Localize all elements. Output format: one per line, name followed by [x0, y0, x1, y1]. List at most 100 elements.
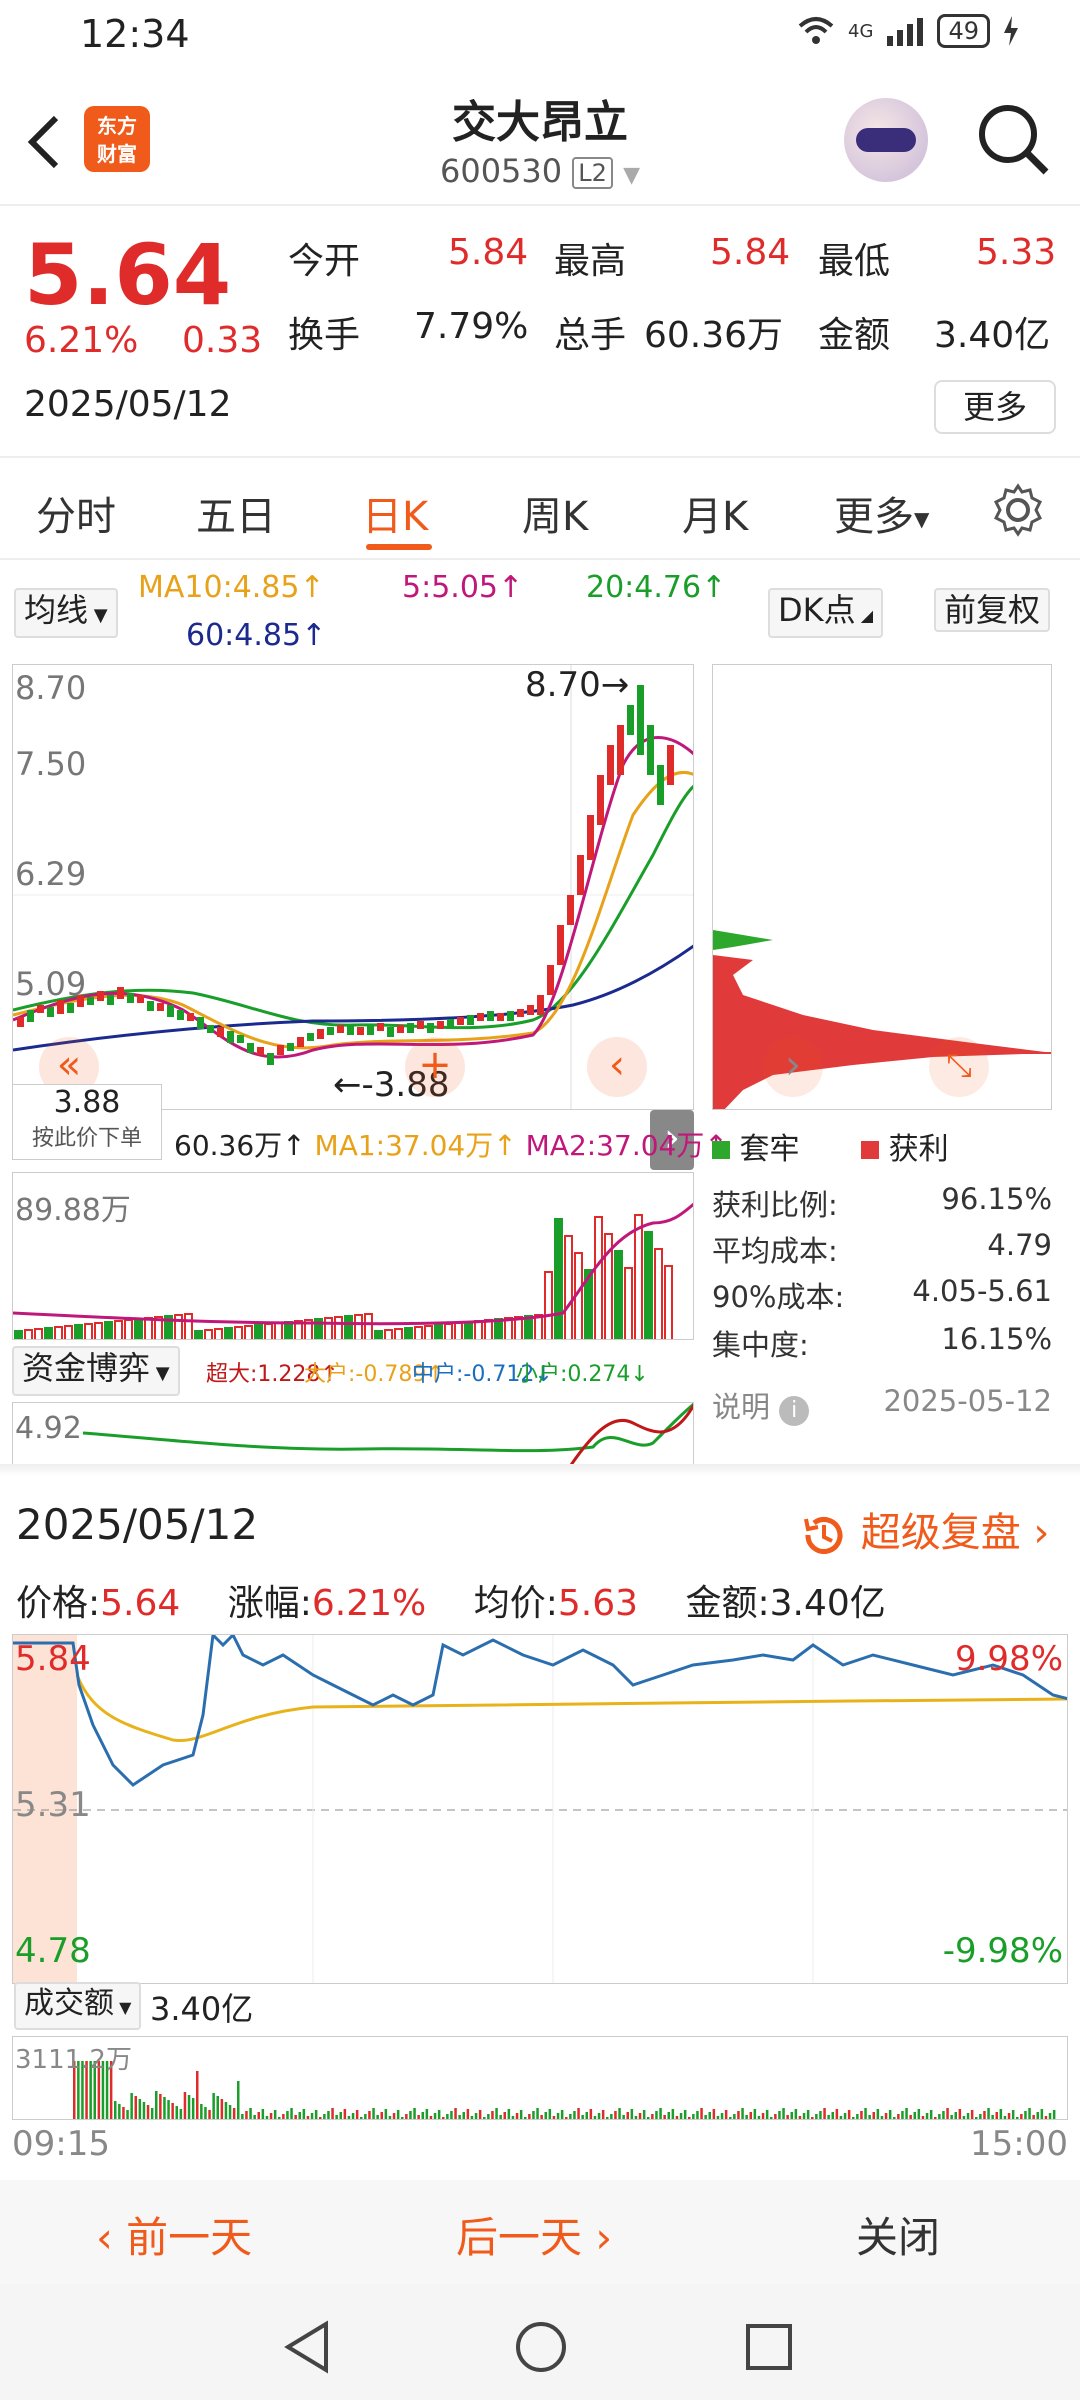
trapped-chip-bars — [713, 930, 773, 950]
order-price: 3.88 — [53, 1085, 121, 1120]
candle — [257, 1047, 264, 1055]
candle — [457, 1017, 464, 1025]
volume-bar — [124, 1319, 133, 1339]
intraday-volume-bar — [286, 2111, 289, 2119]
intraday-volume-bar — [958, 2109, 962, 2119]
intraday-volume-bar — [827, 2115, 830, 2119]
intraday-price: 5.64 — [100, 1583, 181, 1624]
history-clock-icon — [804, 1517, 843, 1554]
intraday-volume-bar — [196, 2071, 199, 2119]
volume-bar — [644, 1231, 653, 1339]
intraday-volume-chart[interactable]: 3111.2万 — [12, 2036, 1068, 2120]
intraday-volume-bar — [786, 2115, 789, 2119]
intraday-volume-bar — [409, 2111, 412, 2119]
fund-chart[interactable]: 4.92 — [12, 1402, 694, 1464]
tab-five-day[interactable]: 五日 — [196, 484, 276, 542]
intraday-volume-bar — [249, 2108, 252, 2119]
volume-bar — [254, 1324, 263, 1339]
volume-bar — [334, 1316, 343, 1339]
intraday-volume-bar — [364, 2114, 367, 2119]
intraday-volume-bar — [257, 2112, 260, 2119]
ai-assistant-robot-icon[interactable] — [844, 98, 928, 182]
intraday-volume-bar — [983, 2111, 986, 2119]
tab-monthly-k[interactable]: 月K — [682, 484, 748, 542]
volume-bar — [464, 1321, 473, 1339]
intraday-volume-bar — [191, 2098, 195, 2119]
stock-header: 东方 财富 交大昂立 600530 L2 ▼ — [0, 72, 1080, 206]
amount-select[interactable]: 成交额 ▼ — [14, 1982, 142, 2030]
intraday-volume-bar — [159, 2094, 162, 2119]
nav-back-icon[interactable] — [282, 2320, 332, 2374]
intraday-volume-bar — [835, 2109, 839, 2119]
adjust-select[interactable]: 前复权 — [934, 588, 1051, 632]
intraday-volume-bar — [1052, 2110, 1056, 2119]
fund-indicator-select[interactable]: 资金博弈 ▼ — [12, 1346, 180, 1396]
intraday-volume-bar — [130, 2093, 133, 2119]
zoom-plus-icon[interactable]: + — [405, 1037, 465, 1097]
intraday-volume-bar — [991, 2115, 994, 2119]
volume-chart[interactable]: 89.88万 — [12, 1172, 694, 1340]
expand-icon[interactable]: ⤡ — [929, 1037, 989, 1097]
intraday-volume-bar — [901, 2111, 904, 2119]
tab-weekly-k[interactable]: 周K — [522, 484, 588, 542]
intraday-chart[interactable]: 5.84 5.31 4.78 9.98% -9.98% — [12, 1634, 1068, 1984]
volume-bar — [204, 1329, 213, 1339]
volume-bar — [414, 1326, 423, 1339]
wifi-icon — [798, 17, 834, 44]
close-button[interactable]: 关闭 — [856, 2204, 940, 2265]
nav-recents-icon[interactable] — [744, 2322, 794, 2372]
intraday-volume-bar — [954, 2112, 957, 2119]
intraday-volume-bar — [150, 2108, 154, 2119]
candle — [127, 993, 134, 1003]
y-label-3: 6.29 — [15, 855, 87, 893]
avg-price-line — [75, 1674, 1067, 1743]
tab-more[interactable]: 更多▼ — [834, 484, 929, 542]
intraday-volume-bar — [1044, 2116, 1048, 2119]
candle — [37, 1005, 44, 1013]
tab-daily-k[interactable]: 日K — [362, 484, 428, 542]
intraday-volume-bar — [880, 2116, 884, 2119]
intraday-volume-bar — [704, 2115, 707, 2119]
intraday-volume-bar — [253, 2115, 256, 2119]
info-icon: i — [779, 1396, 810, 1426]
intraday-stats: 价格:5.64 涨幅:6.21% 均价:5.63 金额:3.40亿 — [16, 1583, 886, 1624]
intraday-volume-bar — [204, 2107, 207, 2119]
kline-chart[interactable]: 8.70 7.50 6.29 5.09 8.70→ ←-3.88 « + ‹ — [12, 664, 694, 1110]
intraday-volume-bar — [683, 2110, 687, 2119]
search-icon[interactable] — [976, 102, 1052, 178]
intraday-volume-bar — [454, 2108, 457, 2119]
candle — [617, 725, 624, 775]
intraday-volume-bar — [995, 2112, 998, 2119]
intraday-volume-bar — [565, 2117, 568, 2119]
volume-bar — [24, 1329, 33, 1339]
nav-home-icon[interactable] — [514, 2320, 568, 2374]
chip-distribution[interactable]: › ⤡ — [712, 664, 1052, 1110]
next-day-button[interactable]: 后一天 › — [456, 2204, 612, 2265]
intraday-volume-bar — [761, 2113, 765, 2119]
intraday-volume-bar — [757, 2116, 761, 2119]
volume-bar — [374, 1330, 383, 1339]
intraday-volume-bar — [360, 2117, 363, 2119]
amount-label: 金额 — [818, 315, 891, 356]
chip-next-icon[interactable]: › — [763, 1037, 823, 1097]
candles — [17, 685, 674, 1065]
intraday-volume-bar — [134, 2096, 137, 2119]
indicator-select[interactable]: 均线 ▼ — [14, 588, 118, 638]
tab-intraday[interactable]: 分时 — [36, 484, 116, 542]
previous-day-button[interactable]: ‹ 前一天 — [96, 2204, 252, 2265]
more-button[interactable]: 更多 — [934, 380, 1056, 434]
intraday-volume-bar — [528, 2114, 531, 2119]
scroll-left-icon[interactable]: ‹ — [587, 1037, 647, 1097]
intraday-volume-bar — [708, 2112, 711, 2119]
intraday-volume-bar — [433, 2113, 437, 2119]
dk-point-select[interactable]: DK点 ◢ — [768, 588, 884, 638]
intraday-volume-bar — [515, 2113, 519, 2119]
chip-note-row[interactable]: 说明 i 2025-05-12 — [712, 1384, 1052, 1426]
intraday-volume-bar — [462, 2112, 465, 2119]
candle — [227, 1031, 234, 1043]
ma10-line — [13, 770, 693, 1050]
settings-gear-icon[interactable] — [990, 482, 1046, 538]
order-at-price-button[interactable]: 3.88 按此价下单 — [12, 1084, 162, 1160]
intraday-volume-bar — [675, 2116, 679, 2119]
super-replay-button[interactable]: 超级复盘 › — [800, 1500, 1049, 1559]
